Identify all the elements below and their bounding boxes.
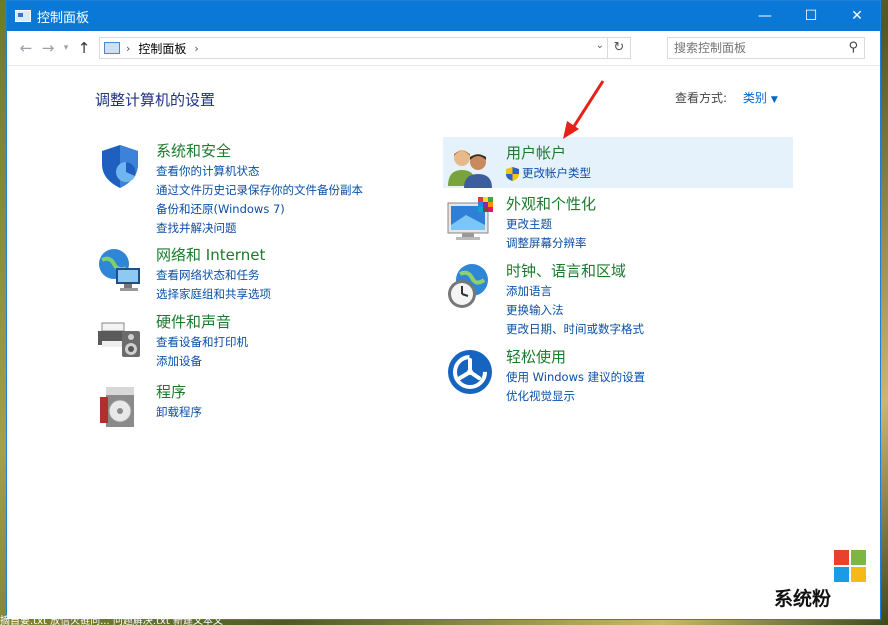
desktop-strip: 摘自要.txt 放信火链同... 问题解决.txt 新建文本文 xyxy=(0,616,223,625)
accessibility-icon xyxy=(448,350,492,394)
category-title-user-accounts[interactable]: 用户帐户 xyxy=(506,142,566,163)
view-by: 查看方式: 类别 ▼ xyxy=(675,89,778,106)
category-title-clock-region[interactable]: 时钟、语言和区域 xyxy=(506,260,626,281)
window-title: 控制面板 xyxy=(37,10,90,26)
category-hardware-sound: 硬件和声音 查看设备和打印机 添加设备 xyxy=(96,311,416,371)
category-title-ease-of-access[interactable]: 轻松使用 xyxy=(506,346,566,367)
refresh-icon[interactable]: ↻ xyxy=(607,38,630,58)
view-by-dropdown[interactable]: 类别 xyxy=(743,91,767,105)
breadcrumb-chevron-icon[interactable]: › xyxy=(194,42,198,55)
link-file-history[interactable]: 通过文件历史记录保存你的文件备份副本 xyxy=(156,181,363,200)
category-title-system-security[interactable]: 系统和安全 xyxy=(156,140,231,161)
category-title-programs[interactable]: 程序 xyxy=(156,381,186,402)
link-add-language[interactable]: 添加语言 xyxy=(506,282,644,301)
category-title-hardware-sound[interactable]: 硬件和声音 xyxy=(156,311,231,332)
minimize-button[interactable]: — xyxy=(742,1,788,31)
link-change-theme[interactable]: 更改主题 xyxy=(506,215,587,234)
category-user-accounts[interactable]: 用户帐户 更改帐户类型 xyxy=(446,142,786,188)
watermark-logo: 系统粉 xyxy=(772,548,884,618)
breadcrumb-chevron-icon[interactable]: › xyxy=(126,42,130,55)
link-change-input-method[interactable]: 更换输入法 xyxy=(506,301,644,320)
category-clock-region: 时钟、语言和区域 添加语言 更换输入法 更改日期、时间或数字格式 xyxy=(446,260,786,340)
category-network: 网络和 Internet 查看网络状态和任务 选择家庭组和共享选项 xyxy=(96,244,416,304)
search-input[interactable] xyxy=(674,41,839,55)
link-change-account-type[interactable]: 更改帐户类型 xyxy=(522,164,591,183)
title-bar[interactable]: 控制面板 — ☐ ✕ xyxy=(7,1,880,31)
annotation-arrow-icon xyxy=(563,80,605,139)
link-add-device[interactable]: 添加设备 xyxy=(156,352,248,371)
link-backup-restore[interactable]: 备份和还原(Windows 7) xyxy=(156,200,363,219)
category-title-network[interactable]: 网络和 Internet xyxy=(156,244,265,265)
link-optimize-visual-display[interactable]: 优化视觉显示 xyxy=(506,387,645,406)
clock-globe-icon xyxy=(448,264,488,308)
control-panel-icon xyxy=(15,10,31,22)
category-system-security: 系统和安全 查看你的计算机状态 通过文件历史记录保存你的文件备份副本 备份和还原… xyxy=(96,140,416,235)
recent-chevron-down-icon[interactable]: ▾ xyxy=(59,43,73,53)
link-uninstall-program[interactable]: 卸载程序 xyxy=(156,403,202,422)
breadcrumb-control-panel[interactable]: 控制面板 xyxy=(138,40,186,57)
forward-arrow-icon[interactable]: → xyxy=(37,39,59,57)
control-panel-window: 控制面板 — ☐ ✕ ← → ▾ ↑ › 控制面板 › ⌄ ↻ ⚲ 调整计算机的… xyxy=(6,0,881,620)
link-recommended-settings[interactable]: 使用 Windows 建议的设置 xyxy=(506,368,645,387)
link-homegroup[interactable]: 选择家庭组和共享选项 xyxy=(156,285,271,304)
windows-logo-icon xyxy=(834,550,866,582)
programs-disc-icon xyxy=(100,387,134,427)
up-arrow-icon[interactable]: ↑ xyxy=(73,39,95,57)
link-troubleshoot[interactable]: 查找并解决问题 xyxy=(156,219,363,238)
link-screen-resolution[interactable]: 调整屏幕分辨率 xyxy=(506,234,587,253)
address-row: ← → ▾ ↑ › 控制面板 › ⌄ ↻ ⚲ xyxy=(7,31,880,66)
uac-shield-icon xyxy=(506,166,519,181)
shield-icon xyxy=(102,145,138,188)
users-icon xyxy=(448,150,492,188)
category-programs: 程序 卸载程序 xyxy=(96,381,416,429)
view-by-label: 查看方式: xyxy=(675,91,728,105)
monitor-palette-icon xyxy=(447,197,493,240)
category-ease-of-access: 轻松使用 使用 Windows 建议的设置 优化视觉显示 xyxy=(446,346,786,406)
link-network-status[interactable]: 查看网络状态和任务 xyxy=(156,266,271,285)
printer-speaker-icon xyxy=(98,322,140,357)
category-appearance: 外观和个性化 更改主题 调整屏幕分辨率 xyxy=(446,193,786,253)
page-heading: 调整计算机的设置 xyxy=(95,91,216,109)
link-date-time-format[interactable]: 更改日期、时间或数字格式 xyxy=(506,320,644,339)
address-bar[interactable]: › 控制面板 › ⌄ ↻ xyxy=(99,37,631,59)
watermark-text: 系统粉 xyxy=(774,588,832,610)
back-arrow-icon[interactable]: ← xyxy=(15,39,37,57)
close-button[interactable]: ✕ xyxy=(834,1,880,31)
search-box[interactable]: ⚲ xyxy=(667,37,865,59)
search-icon[interactable]: ⚲ xyxy=(848,40,858,55)
link-view-computer-status[interactable]: 查看你的计算机状态 xyxy=(156,162,363,181)
address-dropdown-icon[interactable]: ⌄ xyxy=(596,40,604,51)
chevron-down-icon[interactable]: ▼ xyxy=(771,95,778,105)
control-panel-icon xyxy=(104,42,120,54)
network-globe-icon xyxy=(99,249,140,291)
maximize-button[interactable]: ☐ xyxy=(788,1,834,31)
link-devices-printers[interactable]: 查看设备和打印机 xyxy=(156,333,248,352)
category-title-appearance[interactable]: 外观和个性化 xyxy=(506,193,596,214)
